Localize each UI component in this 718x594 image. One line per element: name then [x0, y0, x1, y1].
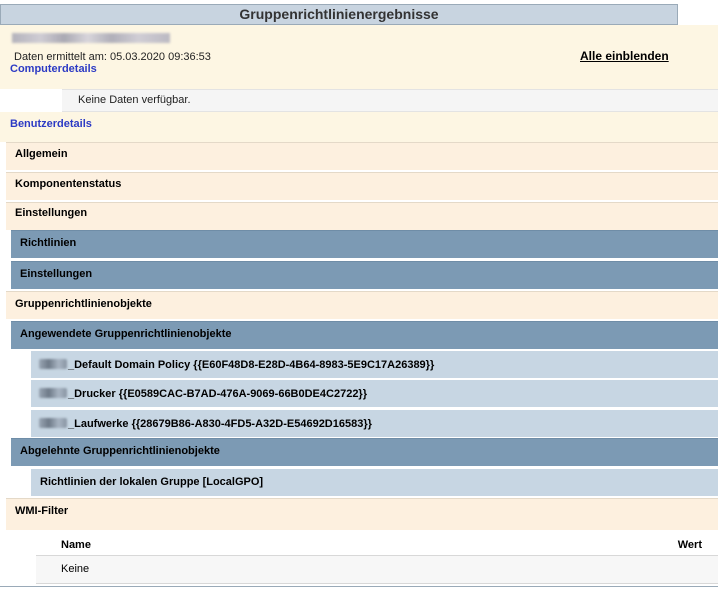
section-settings-label: Einstellungen	[15, 207, 88, 219]
section-applied-gpos-label: Angewendete Gruppenrichtlinienobjekte	[20, 328, 232, 340]
user-details-section[interactable]: Benutzerdetails	[0, 112, 718, 142]
wmi-table-header: Name Wert	[36, 530, 718, 556]
report-title: Gruppenrichtlinienergebnisse	[0, 4, 678, 25]
section-gpos-label: Gruppenrichtlinienobjekte	[15, 298, 152, 310]
table-row: Keine	[36, 556, 718, 584]
section-applied-gpos[interactable]: Angewendete Gruppenrichtlinienobjekte	[11, 321, 718, 349]
section-wmi-filter[interactable]: WMI-Filter	[6, 498, 718, 530]
bottom-divider	[0, 586, 718, 587]
report-header: Daten ermittelt am: 05.03.2020 09:36:53 …	[0, 25, 718, 89]
section-denied-gpos[interactable]: Abgelehnte Gruppenrichtlinienobjekte	[11, 438, 718, 466]
section-settings[interactable]: Einstellungen	[6, 202, 718, 230]
section-settings-sub[interactable]: Einstellungen	[11, 261, 718, 289]
section-component-status[interactable]: Komponentenstatus	[6, 172, 718, 200]
section-gpos[interactable]: Gruppenrichtlinienobjekte	[6, 291, 718, 319]
user-details-link[interactable]: Benutzerdetails	[10, 118, 92, 130]
section-denied-gpos-label: Abgelehnte Gruppenrichtlinienobjekte	[20, 445, 220, 457]
section-policies[interactable]: Richtlinien	[11, 230, 718, 258]
applied-gpo-label: _Default Domain Policy {{E60F48D8-E28D-4…	[68, 359, 435, 371]
computer-details-link[interactable]: Computerdetails	[10, 63, 97, 75]
redacted-prefix	[39, 418, 67, 428]
section-settings-sub-label: Einstellungen	[20, 268, 93, 280]
section-component-status-label: Komponentenstatus	[15, 178, 122, 190]
applied-gpo-item[interactable]: _Drucker {{E0589CAC-B7AD-476A-9069-66B0D…	[31, 379, 718, 407]
denied-gpo-item[interactable]: Richtlinien der lokalen Gruppe [LocalGPO…	[31, 468, 718, 496]
redacted-prefix	[39, 359, 67, 369]
section-wmi-filter-label: WMI-Filter	[15, 505, 69, 517]
redacted-prefix	[39, 388, 67, 398]
applied-gpo-item[interactable]: _Default Domain Policy {{E60F48D8-E28D-4…	[31, 350, 718, 378]
applied-gpo-item[interactable]: _Laufwerke {{28679B86-A830-4FD5-A32D-E54…	[31, 409, 718, 437]
wmi-row-name: Keine	[61, 563, 90, 575]
denied-gpo-label: Richtlinien der lokalen Gruppe [LocalGPO…	[40, 476, 264, 488]
show-all-link[interactable]: Alle einblenden	[580, 49, 669, 63]
section-policies-label: Richtlinien	[20, 237, 77, 249]
wmi-col-value: Wert	[677, 539, 702, 551]
applied-gpo-label: _Drucker {{E0589CAC-B7AD-476A-9069-66B0D…	[68, 388, 367, 400]
data-timestamp: Daten ermittelt am: 05.03.2020 09:36:53	[14, 51, 211, 63]
computer-no-data-row: Keine Daten verfügbar.	[0, 89, 718, 112]
wmi-col-name: Name	[61, 539, 91, 551]
wmi-filter-table: Name Wert Keine	[36, 530, 718, 586]
section-general-label: Allgemein	[15, 148, 68, 160]
redacted-user-name	[12, 33, 170, 43]
section-general[interactable]: Allgemein	[6, 142, 718, 170]
applied-gpo-label: _Laufwerke {{28679B86-A830-4FD5-A32D-E54…	[68, 418, 372, 430]
no-data-text: Keine Daten verfügbar.	[78, 94, 191, 106]
